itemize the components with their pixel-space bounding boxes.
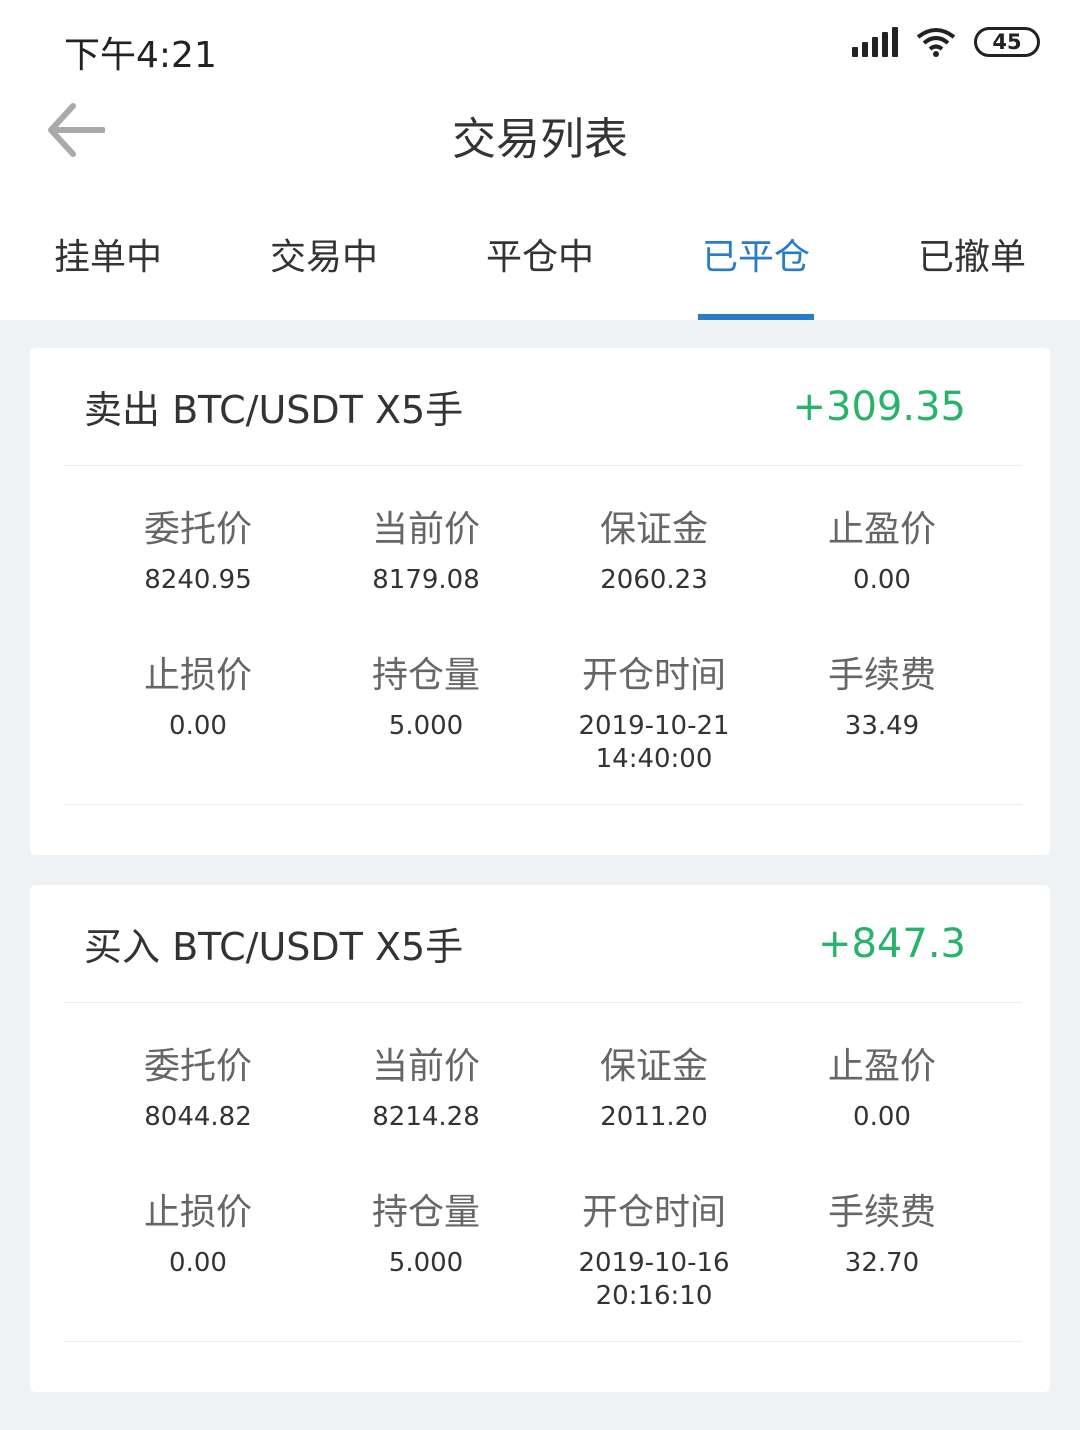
detail-value: 33.49 [844, 711, 920, 741]
status-time: 下午4:21 [64, 35, 217, 76]
detail-label: 保证金 [599, 1046, 708, 1087]
order-title: 买入 BTC/USDT X5手 [84, 925, 464, 969]
order-card-header: 买入 BTC/USDT X5手 +847.3 [64, 885, 1022, 1003]
detail-margin: 保证金 2060.23 [540, 466, 768, 612]
order-profit: +309.35 [792, 383, 966, 430]
tab-label: 平仓中 [485, 237, 594, 278]
order-card[interactable]: 买入 BTC/USDT X5手 +847.3 委托价 8044.82 当前价 8… [30, 885, 1050, 1392]
detail-value: 2019-10-16 20:16:10 [578, 1248, 730, 1311]
tab-closing[interactable]: 平仓中 [432, 190, 648, 320]
detail-value: 0.00 [853, 1102, 911, 1132]
detail-label: 开仓时间 [581, 655, 726, 696]
detail-label: 持仓量 [371, 655, 480, 696]
detail-value: 8044.82 [144, 1102, 252, 1132]
detail-value: 5.000 [388, 711, 464, 741]
detail-take-profit: 止盈价 0.00 [768, 1003, 996, 1149]
detail-value: 8240.95 [144, 565, 252, 595]
detail-label: 止盈价 [827, 509, 936, 550]
detail-value: 0.00 [169, 711, 227, 741]
tab-cancelled[interactable]: 已撤单 [864, 190, 1080, 320]
detail-current-price: 当前价 8214.28 [312, 1003, 540, 1149]
detail-open-time: 开仓时间 2019-10-16 20:16:10 [540, 1149, 768, 1313]
order-details: 委托价 8240.95 当前价 8179.08 保证金 2060.23 止盈价 … [64, 466, 1022, 805]
detail-label: 委托价 [143, 1046, 252, 1087]
detail-label: 手续费 [827, 655, 936, 696]
wifi-icon [916, 28, 956, 57]
detail-position-size: 持仓量 5.000 [312, 1149, 540, 1313]
status-icons: 45 [852, 26, 1040, 58]
tab-closed[interactable]: 已平仓 [648, 190, 864, 320]
detail-value: 0.00 [853, 565, 911, 595]
detail-label: 委托价 [143, 509, 252, 550]
detail-value: 32.70 [844, 1248, 920, 1278]
detail-label: 止损价 [143, 655, 252, 696]
tab-bar: 挂单中 交易中 平仓中 已平仓 已撤单 [0, 190, 1080, 320]
detail-entry-price: 委托价 8044.82 [84, 1003, 312, 1149]
detail-value: 0.00 [169, 1248, 227, 1278]
detail-label: 持仓量 [371, 1192, 480, 1233]
tab-label: 交易中 [269, 237, 378, 278]
detail-value: 2011.20 [600, 1102, 708, 1132]
detail-margin: 保证金 2011.20 [540, 1003, 768, 1149]
tab-pending[interactable]: 挂单中 [0, 190, 216, 320]
detail-entry-price: 委托价 8240.95 [84, 466, 312, 612]
status-bar: 下午4:21 45 [0, 0, 1080, 95]
nav-bar: 交易列表 [0, 95, 1080, 190]
tab-trading[interactable]: 交易中 [216, 190, 432, 320]
detail-value: 8214.28 [372, 1102, 480, 1132]
detail-label: 当前价 [371, 1046, 480, 1087]
order-list: 卖出 BTC/USDT X5手 +309.35 委托价 8240.95 当前价 … [0, 320, 1080, 1392]
order-card[interactable]: 卖出 BTC/USDT X5手 +309.35 委托价 8240.95 当前价 … [30, 348, 1050, 855]
detail-open-time: 开仓时间 2019-10-21 14:40:00 [540, 612, 768, 776]
detail-value: 2019-10-21 14:40:00 [578, 711, 730, 774]
active-tab-indicator [698, 314, 814, 320]
detail-label: 当前价 [371, 509, 480, 550]
detail-label: 保证金 [599, 509, 708, 550]
detail-label: 开仓时间 [581, 1192, 726, 1233]
top-area: 下午4:21 45 交易列表 挂单中 交易中 平仓中 已平仓 已撤单 [0, 0, 1080, 320]
detail-value: 8179.08 [372, 565, 480, 595]
detail-value: 5.000 [388, 1248, 464, 1278]
detail-position-size: 持仓量 5.000 [312, 612, 540, 776]
order-profit: +847.3 [817, 920, 966, 967]
signal-icon [852, 27, 898, 57]
detail-stop-loss: 止损价 0.00 [84, 1149, 312, 1313]
detail-take-profit: 止盈价 0.00 [768, 466, 996, 612]
detail-value: 2060.23 [600, 565, 708, 595]
detail-label: 止盈价 [827, 1046, 936, 1087]
order-title: 卖出 BTC/USDT X5手 [84, 388, 464, 432]
tab-label: 已平仓 [701, 237, 810, 278]
detail-label: 手续费 [827, 1192, 936, 1233]
order-card-header: 卖出 BTC/USDT X5手 +309.35 [64, 348, 1022, 466]
tab-label: 挂单中 [53, 237, 162, 278]
battery-icon: 45 [974, 27, 1040, 57]
detail-fee: 手续费 32.70 [768, 1149, 996, 1313]
tab-label: 已撤单 [917, 237, 1026, 278]
detail-label: 止损价 [143, 1192, 252, 1233]
order-details: 委托价 8044.82 当前价 8214.28 保证金 2011.20 止盈价 … [64, 1003, 1022, 1342]
detail-fee: 手续费 33.49 [768, 612, 996, 776]
page-title: 交易列表 [452, 114, 628, 165]
detail-current-price: 当前价 8179.08 [312, 466, 540, 612]
detail-stop-loss: 止损价 0.00 [84, 612, 312, 776]
